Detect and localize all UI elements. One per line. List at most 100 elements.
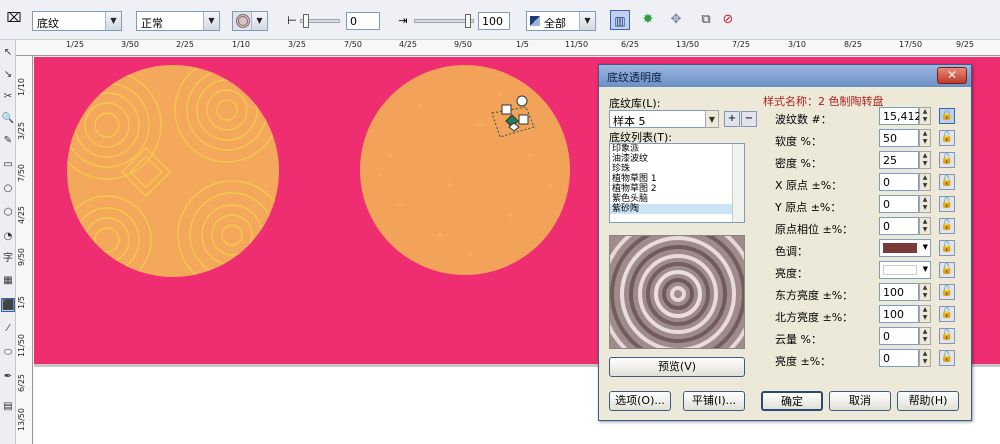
y-origin-spinner[interactable]: ▲ ▼ <box>919 195 931 213</box>
rectangle-tool-icon[interactable]: ▭ <box>1 158 15 172</box>
cloud-spinner[interactable]: ▲ ▼ <box>919 327 931 345</box>
horizontal-ruler[interactable]: 1/25 3/50 2/25 1/10 3/25 7/50 4/25 9/50 … <box>16 40 1000 56</box>
preview-button[interactable]: 预览(V) <box>609 357 745 377</box>
table-tool-icon[interactable]: ▦ <box>1 274 15 288</box>
param-label: 北方亮度 ±%： <box>775 311 854 324</box>
hue-color-picker[interactable]: ▼ <box>879 239 931 257</box>
transparency-tool-icon[interactable]: ⬛ <box>1 298 15 312</box>
unlock-icon[interactable]: 🔓 <box>939 262 955 278</box>
unlock-icon[interactable]: 🔓 <box>939 174 955 190</box>
basic-shapes-tool-icon[interactable]: ◔ <box>1 230 15 244</box>
param-label: Y 原点 ±%： <box>775 201 842 214</box>
start-transparency-input[interactable]: 0 <box>346 12 380 30</box>
list-item[interactable]: 珍珠 <box>610 164 744 174</box>
interactive-fill-tool-icon[interactable]: ▤ <box>1 400 15 414</box>
list-item[interactable]: 油漆波纹 <box>610 154 744 164</box>
texture-library-select[interactable]: 样本 5 <box>609 110 707 128</box>
unlock-icon[interactable]: 🔓 <box>939 240 955 256</box>
clear-transparency-icon[interactable]: ⊘ <box>718 10 738 30</box>
density-spinner[interactable]: ▲ ▼ <box>919 151 931 169</box>
unlock-icon[interactable]: 🔓 <box>939 152 955 168</box>
list-scrollbar[interactable] <box>732 144 744 222</box>
shape-tool-icon[interactable]: ↘ <box>1 68 15 82</box>
tile-button[interactable]: 平铺(I)... <box>683 391 745 411</box>
copy-transparency-icon[interactable]: ⧉ <box>696 10 716 30</box>
origin-phase-input[interactable]: 0 <box>879 217 919 235</box>
end-transparency-input[interactable]: 100 <box>478 12 510 30</box>
origin-phase-spinner[interactable]: ▲ ▼ <box>919 217 931 235</box>
chevron-down-icon: ▼ <box>251 12 267 30</box>
y-origin-input[interactable]: 0 <box>879 195 919 213</box>
property-bar: ⌧ 底纹 ▼ 正常 ▼ ▼ ⊢ 0 ⇥ 100 全部 ▼ ▥ ✸ ✥ ⧉ ⊘ <box>0 0 1000 40</box>
brightness-spinner[interactable]: ▲ ▼ <box>919 349 931 367</box>
remove-library-icon[interactable]: − <box>741 111 757 127</box>
ripple-preview-image <box>610 236 744 348</box>
ruler-label: 3/50 <box>121 40 139 49</box>
crop-tool-icon[interactable]: ✂ <box>1 90 15 104</box>
unlock-icon[interactable]: 🔓 <box>939 196 955 212</box>
dialog-titlebar[interactable]: 底纹透明度 ✕ <box>599 65 971 87</box>
options-button[interactable]: 选项(O)... <box>609 391 671 411</box>
zoom-tool-icon[interactable]: 🔍 <box>1 112 15 126</box>
brightness-color-picker[interactable]: ▼ <box>879 261 931 279</box>
merge-mode-select[interactable]: 正常 ▼ <box>136 11 220 31</box>
pick-tool-icon[interactable]: ↖ <box>1 46 15 60</box>
x-origin-spinner[interactable]: ▲ ▼ <box>919 173 931 191</box>
softness-spinner[interactable]: ▲ ▼ <box>919 129 931 147</box>
help-button[interactable]: 帮助(H) <box>897 391 959 411</box>
fill-tool-icon[interactable]: ✒ <box>1 370 15 384</box>
text-tool-icon[interactable]: 字 <box>1 252 15 266</box>
list-item[interactable]: 印象派 <box>610 144 744 154</box>
transparency-type-select[interactable]: 底纹 ▼ <box>32 11 122 31</box>
start-transparency-icon: ⊢ <box>287 14 297 27</box>
north-brightness-input[interactable]: 100 <box>879 305 919 323</box>
outline-tool-icon[interactable]: ⬭ <box>1 346 15 360</box>
add-library-icon[interactable]: + <box>724 111 740 127</box>
density-input[interactable]: 25 <box>879 151 919 169</box>
unlock-icon[interactable]: 🔓 <box>939 130 955 146</box>
textured-circle-left[interactable] <box>67 65 279 277</box>
edit-transparency-icon[interactable]: ✸ <box>638 10 658 30</box>
texture-list[interactable]: 印象派 油漆波纹 珍珠 植物草图 1 植物草图 2 紫色头脑 紫砂陶 <box>609 143 745 223</box>
unlock-icon[interactable]: 🔓 <box>939 306 955 322</box>
lock-icon[interactable]: 🔒 <box>939 108 955 124</box>
close-icon[interactable]: ✕ <box>937 67 967 84</box>
freeze-transparency-icon[interactable]: ▥ <box>610 10 630 30</box>
transparency-properties-icon[interactable]: ✥ <box>666 10 686 30</box>
transparency-target-select[interactable]: 全部 ▼ <box>526 11 596 31</box>
ellipse-tool-icon[interactable]: ○ <box>1 182 15 196</box>
east-brightness-spinner[interactable]: ▲ ▼ <box>919 283 931 301</box>
start-transparency-thumb[interactable] <box>303 14 309 28</box>
softness-input[interactable]: 50 <box>879 129 919 147</box>
cloud-input[interactable]: 0 <box>879 327 919 345</box>
list-item[interactable]: 植物草图 1 <box>610 174 744 184</box>
transparency-handles[interactable] <box>486 93 546 153</box>
ruler-label: 1/10 <box>232 40 250 49</box>
list-item-selected[interactable]: 紫砂陶 <box>610 204 744 214</box>
east-brightness-input[interactable]: 100 <box>879 283 919 301</box>
list-item[interactable]: 紫色头脑 <box>610 194 744 204</box>
ripples-input[interactable]: 15,412 <box>879 107 922 125</box>
north-brightness-spinner[interactable]: ▲ ▼ <box>919 305 931 323</box>
ripples-spinner[interactable]: ▲ ▼ <box>919 107 931 125</box>
ruler-label: 7/50 <box>17 164 26 182</box>
cancel-button[interactable]: 取消 <box>829 391 891 411</box>
ruler-label: 3/25 <box>17 122 26 140</box>
chevron-down-icon[interactable]: ▼ <box>705 110 719 128</box>
polygon-tool-icon[interactable]: ⬡ <box>1 206 15 220</box>
list-item[interactable]: 植物草图 2 <box>610 184 744 194</box>
freehand-tool-icon[interactable]: ✎ <box>1 134 15 148</box>
x-origin-input[interactable]: 0 <box>879 173 919 191</box>
eyedropper-tool-icon[interactable]: ⁄ <box>1 322 15 336</box>
vertical-ruler[interactable]: 1/10 3/25 7/50 4/25 9/50 1/5 11/50 6/25 … <box>16 56 33 444</box>
unlock-icon[interactable]: 🔓 <box>939 284 955 300</box>
end-transparency-thumb[interactable] <box>465 14 471 28</box>
brightness-input[interactable]: 0 <box>879 349 919 367</box>
unlock-icon[interactable]: 🔓 <box>939 328 955 344</box>
texture-picker[interactable]: ▼ <box>232 11 268 31</box>
param-label: 亮度 ±%： <box>775 355 832 368</box>
ok-button[interactable]: 确定 <box>761 391 823 411</box>
ruler-label: 6/25 <box>621 40 639 49</box>
unlock-icon[interactable]: 🔓 <box>939 350 955 366</box>
unlock-icon[interactable]: 🔓 <box>939 218 955 234</box>
